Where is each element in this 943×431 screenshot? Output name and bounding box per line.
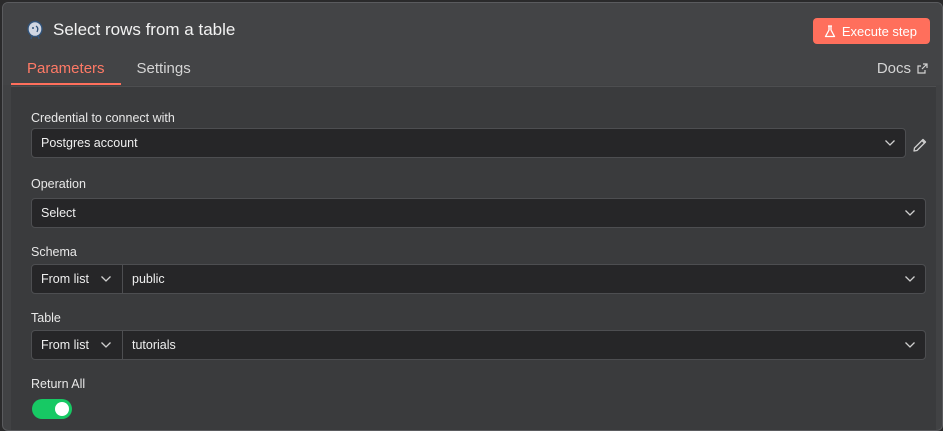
edit-credential-pencil-icon[interactable]	[912, 137, 930, 155]
table-mode-select[interactable]: From list	[32, 331, 123, 359]
panel-header: Select rows from a table Execute step Pa…	[3, 3, 942, 85]
tab-settings[interactable]: Settings	[121, 60, 207, 85]
title-row: Select rows from a table	[25, 19, 235, 41]
operation-value: Select	[41, 206, 76, 220]
toggle-knob	[55, 402, 69, 416]
table-value: tutorials	[132, 338, 176, 352]
return-all-toggle[interactable]	[32, 399, 72, 419]
return-all-label: Return All	[31, 377, 86, 391]
credential-select[interactable]: Postgres account	[31, 128, 906, 158]
flask-icon	[824, 24, 835, 37]
chevron-down-icon	[875, 139, 905, 147]
table-field: From list tutorials	[31, 330, 926, 360]
docs-label: Docs	[876, 60, 911, 77]
chevron-down-icon	[90, 275, 122, 283]
schema-select[interactable]: public	[123, 265, 925, 293]
parameters-body: Credential to connect with Postgres acco…	[11, 86, 936, 430]
external-link-icon	[917, 63, 928, 74]
credential-value: Postgres account	[41, 136, 138, 150]
schema-label: Schema	[31, 245, 77, 259]
table-mode-value: From list	[41, 338, 89, 352]
table-select[interactable]: tutorials	[123, 331, 925, 359]
tab-parameters[interactable]: Parameters	[11, 60, 121, 85]
postgres-elephant-icon	[25, 19, 45, 41]
schema-mode-value: From list	[41, 272, 89, 286]
node-settings-panel: Select rows from a table Execute step Pa…	[2, 2, 943, 431]
schema-mode-select[interactable]: From list	[32, 265, 123, 293]
schema-field: From list public	[31, 264, 926, 294]
table-label: Table	[31, 311, 61, 325]
node-title: Select rows from a table	[53, 20, 236, 39]
execute-step-button[interactable]: Execute step	[812, 18, 930, 44]
execute-step-label: Execute step	[841, 23, 917, 39]
tab-bar: Parameters Settings	[11, 60, 207, 85]
chevron-down-icon	[895, 275, 925, 283]
chevron-down-icon	[895, 209, 925, 217]
schema-value: public	[132, 272, 165, 286]
chevron-down-icon	[895, 341, 925, 349]
operation-select[interactable]: Select	[31, 198, 926, 228]
docs-link[interactable]: Docs	[877, 60, 928, 77]
credential-label: Credential to connect with	[31, 111, 175, 125]
chevron-down-icon	[90, 341, 122, 349]
operation-label: Operation	[31, 177, 86, 191]
